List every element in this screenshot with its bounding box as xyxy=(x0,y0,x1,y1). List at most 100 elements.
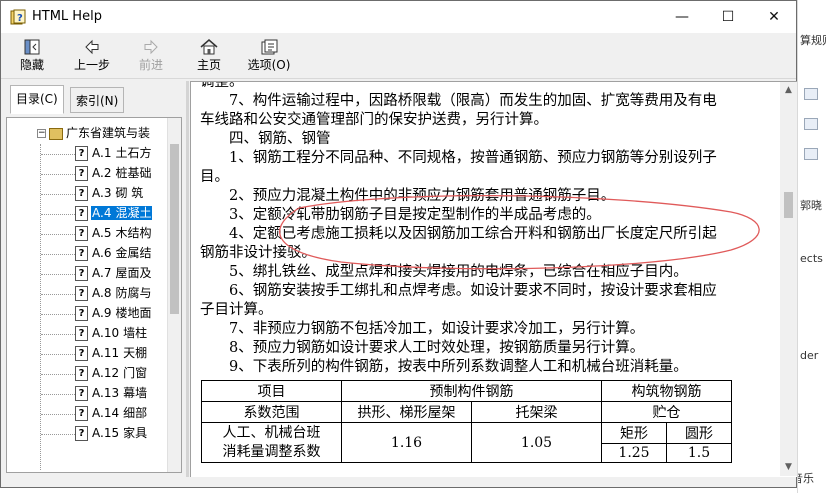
bg-folder-icon xyxy=(804,88,818,100)
th-structure: 构筑物钢筋 xyxy=(601,380,732,402)
content-line: 钢筋非设计接驳。 xyxy=(200,245,316,261)
tree-item-code: A.12 xyxy=(92,366,120,380)
help-page-icon: ? xyxy=(75,186,88,201)
tree-item[interactable]: ? A.12 门窗 xyxy=(75,364,148,384)
back-button[interactable]: 上一步 xyxy=(67,37,117,75)
background-window: 算规则 郭晓 ects der 音乐 xyxy=(797,0,826,493)
tree-item[interactable]: ? A.1 土石方 xyxy=(75,144,152,164)
content-line: 4、定额已考虑施工损耗以及因钢筋加工综合开料和钢筋出厂长度定尺所引起 xyxy=(200,226,717,242)
help-page-icon: ? xyxy=(75,286,88,301)
tree-item-label: A.6 金属结 xyxy=(91,246,152,260)
help-page-icon: ? xyxy=(75,266,88,281)
bg-folder-icon xyxy=(804,148,818,160)
forward-button[interactable]: 前进 xyxy=(131,37,171,75)
content-line: 5、绑扎铁丝、成型点焊和接头焊接用的电焊条，已综合在相应子目内。 xyxy=(200,264,688,280)
close-button[interactable]: ✕ xyxy=(751,1,797,33)
tree-guide xyxy=(41,234,75,235)
tree-item-label: A.9 楼地面 xyxy=(91,306,152,320)
tree-item-label: A.4 混凝土 xyxy=(91,206,153,220)
forward-label: 前进 xyxy=(138,58,163,72)
coefficient-table: 项目 预制构件钢筋 构筑物钢筋 系数范围 拱形、梯形屋架 托架梁 贮仓 人工、机… xyxy=(201,380,732,463)
tree-item[interactable]: ? A.8 防腐与 xyxy=(75,284,152,304)
maximize-button[interactable]: ☐ xyxy=(705,1,751,33)
html-help-window: ? HTML Help — ☐ ✕ 隐藏 上一步 前进 主页 选项(O) 目录(… xyxy=(0,0,797,488)
bg-text-3: ects xyxy=(800,252,823,265)
cell-truss-value: 1.05 xyxy=(471,422,602,463)
content-scrollbar-thumb[interactable] xyxy=(784,192,793,218)
tab-index[interactable]: 索引(N) xyxy=(70,87,125,113)
tree-item-code: A.11 xyxy=(92,346,120,360)
tree-item-label: A.10 墙柱 xyxy=(91,326,148,340)
tab-contents[interactable]: 目录(C) xyxy=(10,85,64,114)
tree-item[interactable]: ? A.13 幕墙 xyxy=(75,384,148,404)
tree-item-label: A.5 木结构 xyxy=(91,226,152,240)
nav-tabs: 目录(C) 索引(N) xyxy=(1,81,186,117)
bg-text-5: 音乐 xyxy=(798,472,814,485)
content-line: 8、预应力钢筋如设计要求人工时效处理，按钢筋质量另行计算。 xyxy=(200,340,645,356)
tree-guide xyxy=(40,144,41,470)
tree-item-code: A.8 xyxy=(92,286,112,300)
contents-tree[interactable]: − 广东省建筑与装 ? A.1 土石方? A.2 桩基础? A.3 砌 筑? A.4 混凝土? A.… xyxy=(6,117,182,473)
help-page-icon: ? xyxy=(75,206,88,221)
tree-root-label: 广东省建筑与装 xyxy=(66,126,151,140)
tree-item-label: A.15 家具 xyxy=(91,426,148,440)
forward-arrow-icon xyxy=(144,39,158,55)
content-line: 2、预应力混凝土构件中的非预应力钢筋套用普通钢筋子目。 xyxy=(200,188,616,204)
tree-guide xyxy=(41,394,75,395)
help-page-icon: ? xyxy=(75,226,88,241)
content-line: 6、钢筋安装按手工绑扎和点焊考虑。如设计要求不同时，按设计要求套相应 xyxy=(200,283,717,299)
tree-guide xyxy=(41,434,75,435)
pane-splitter[interactable] xyxy=(186,81,189,477)
tree-item[interactable]: ? A.11 天棚 xyxy=(75,344,148,364)
tree-item-code: A.15 xyxy=(92,426,120,440)
tree-guide xyxy=(41,154,75,155)
tree-item-title: 砌 筑 xyxy=(115,186,144,200)
tree-root[interactable]: − 广东省建筑与装 xyxy=(37,124,151,144)
tree-item-label: A.11 天棚 xyxy=(91,346,148,360)
tree-item[interactable]: ? A.10 墙柱 xyxy=(75,324,148,344)
content-line: 7、构件运输过程中，因路桥限载（限高）而发生的加固、扩宽等费用及有电 xyxy=(200,93,717,109)
th-range: 系数范围 xyxy=(201,401,342,423)
tree-item-code: A.3 xyxy=(92,186,112,200)
content-scrollbar[interactable]: ▲ ▼ xyxy=(780,82,797,476)
tree-item-code: A.5 xyxy=(92,226,112,240)
scroll-up-icon[interactable]: ▲ xyxy=(780,82,797,99)
minimize-button[interactable]: — xyxy=(659,1,705,33)
content-line: 3、定额冷轧带肋钢筋子目是按定型制作的半成品考虑的。 xyxy=(200,207,601,223)
tree-item[interactable]: ? A.14 细部 xyxy=(75,404,148,424)
title-bar[interactable]: ? HTML Help — ☐ ✕ xyxy=(1,1,796,33)
home-label: 主页 xyxy=(196,58,221,72)
open-book-icon xyxy=(49,127,63,140)
tree-item-label: A.8 防腐与 xyxy=(91,286,152,300)
tree-item[interactable]: ? A.9 楼地面 xyxy=(75,304,152,324)
hide-pane-icon xyxy=(24,39,40,55)
cell-rect-value: 1.25 xyxy=(601,443,667,463)
tree-item[interactable]: ? A.4 混凝土 xyxy=(75,204,153,224)
back-arrow-icon xyxy=(85,39,99,55)
nav-scrollbar-thumb[interactable] xyxy=(170,144,179,314)
tree-item-title: 墙柱 xyxy=(123,326,148,340)
options-button[interactable]: 选项(O) xyxy=(245,37,293,75)
tree-item-title: 楼地面 xyxy=(115,306,152,320)
back-label: 上一步 xyxy=(73,58,110,72)
tree-item[interactable]: ? A.3 砌 筑 xyxy=(75,184,144,204)
tree-item[interactable]: ? A.5 木结构 xyxy=(75,224,152,244)
home-button[interactable]: 主页 xyxy=(189,37,229,75)
tree-item[interactable]: ? A.6 金属结 xyxy=(75,244,152,264)
row-label: 人工、机械台班 消耗量调整系数 xyxy=(201,422,342,463)
options-label: 选项(O) xyxy=(247,58,291,72)
tree-guide xyxy=(41,274,75,275)
tree-item[interactable]: ? A.15 家具 xyxy=(75,424,148,444)
tree-item[interactable]: ? A.2 桩基础 xyxy=(75,164,152,184)
tree-item-code: A.14 xyxy=(92,406,120,420)
tree-item-title: 防腐与 xyxy=(115,286,152,300)
tree-guide xyxy=(41,174,75,175)
scroll-down-icon[interactable]: ▼ xyxy=(780,459,797,476)
tree-item-title: 门窗 xyxy=(123,366,148,380)
nav-scrollbar[interactable] xyxy=(167,118,181,472)
collapse-icon[interactable]: − xyxy=(37,129,46,138)
tree-item-label: A.12 门窗 xyxy=(91,366,148,380)
hide-button[interactable]: 隐藏 xyxy=(13,37,51,75)
col-silo: 贮仓 xyxy=(601,401,732,423)
tree-item[interactable]: ? A.7 屋面及 xyxy=(75,264,152,284)
